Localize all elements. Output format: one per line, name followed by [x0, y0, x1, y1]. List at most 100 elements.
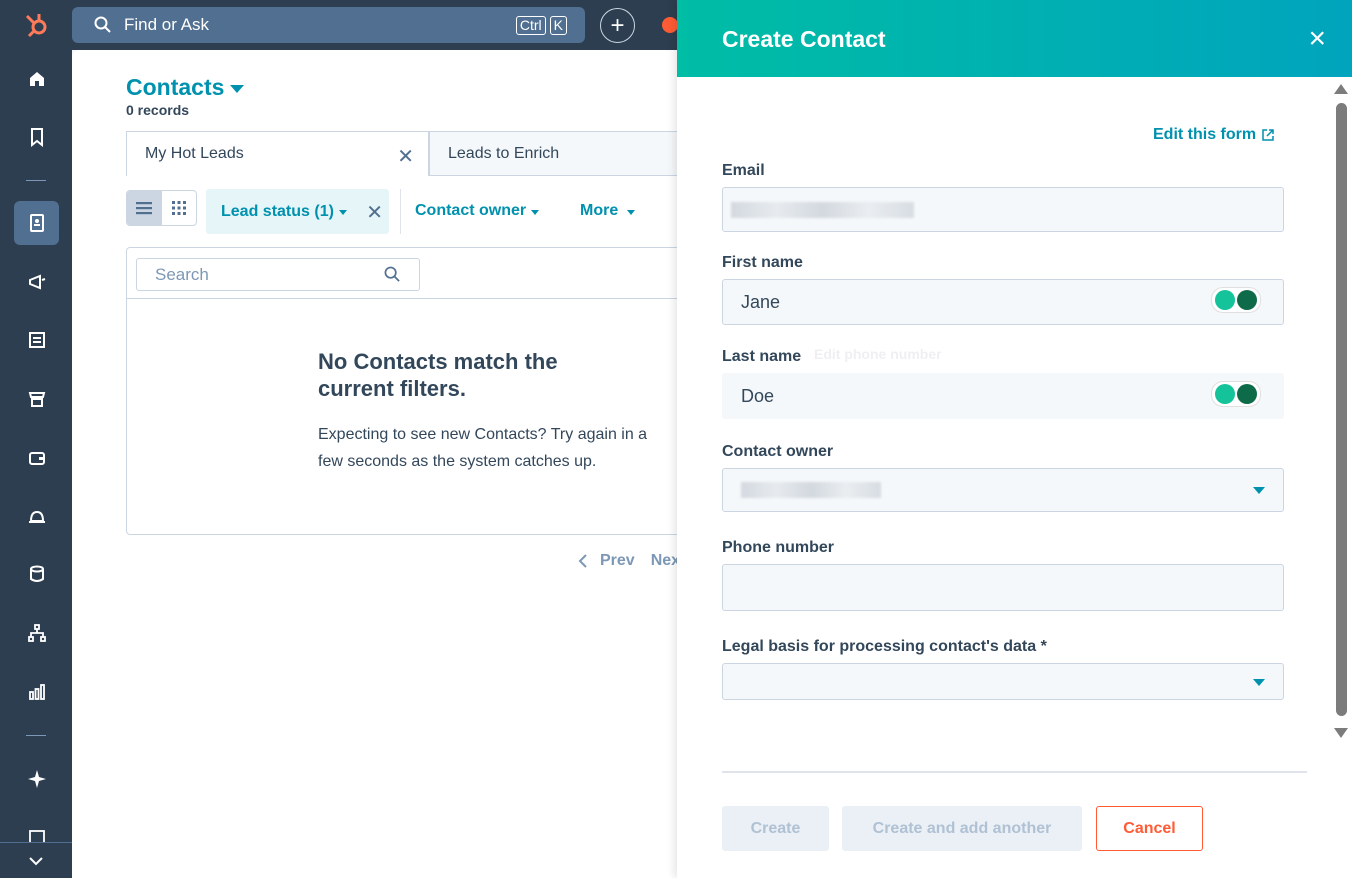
- filter-label: Lead status (1): [221, 202, 334, 220]
- first-name-label: First name: [722, 254, 803, 271]
- contact-owner-filter[interactable]: Contact owner: [415, 202, 540, 220]
- nav-expand-button[interactable]: [0, 842, 72, 878]
- redacted-email: [731, 201, 914, 218]
- list-view-button[interactable]: [127, 191, 162, 225]
- panel-header: Create Contact ×: [677, 0, 1352, 77]
- search-icon: [384, 266, 400, 282]
- legal-basis-select[interactable]: [722, 663, 1284, 700]
- nav-home-icon[interactable]: [14, 57, 59, 101]
- nav-code-icon[interactable]: [14, 822, 59, 842]
- caret-down-icon: [230, 85, 245, 93]
- list-icon: [136, 202, 153, 215]
- nav-bookmark-icon[interactable]: [14, 115, 59, 159]
- page-title: Contacts: [126, 74, 225, 100]
- cancel-button[interactable]: Cancel: [1096, 806, 1203, 851]
- nav-database-icon[interactable]: [14, 552, 59, 596]
- ghost-title: Edit phone number: [814, 346, 942, 362]
- record-count: 0 records: [126, 102, 190, 118]
- footer-divider: [722, 771, 1307, 773]
- create-plus-button[interactable]: +: [600, 8, 635, 43]
- grammarly-icon: [1237, 290, 1257, 310]
- close-icon[interactable]: ×: [1308, 24, 1326, 54]
- remove-filter-icon[interactable]: ✕: [366, 200, 383, 225]
- records-table: Search No Contacts match the current fil…: [126, 247, 696, 535]
- chevron-left-icon: [578, 554, 587, 568]
- caret-down-icon: [1253, 678, 1265, 686]
- contact-owner-select[interactable]: [722, 468, 1284, 512]
- close-tab-icon[interactable]: ✕: [397, 144, 414, 169]
- nav-divider: [26, 180, 46, 181]
- first-name-value: Jane: [741, 291, 781, 312]
- plus-icon: +: [610, 11, 625, 39]
- create-button[interactable]: Create: [722, 806, 829, 851]
- nav-contacts-icon[interactable]: [14, 201, 59, 245]
- hubspot-logo-icon[interactable]: [22, 10, 50, 38]
- last-name-label: Last name: [722, 348, 802, 365]
- next-button[interactable]: Nex: [651, 552, 680, 570]
- grammarly-icon: [1237, 384, 1257, 404]
- nav-ai-sparkle-icon[interactable]: [14, 757, 59, 801]
- email-field[interactable]: [722, 187, 1284, 232]
- phone-field[interactable]: [722, 564, 1284, 611]
- shortcut-ctrl: Ctrl: [515, 15, 546, 35]
- board-view-button[interactable]: [162, 191, 197, 225]
- nav-divider: [26, 735, 46, 736]
- left-navigation: [0, 0, 72, 878]
- caret-down-icon: [627, 209, 636, 215]
- grammarly-bulb-icon: [1215, 290, 1235, 310]
- edit-form-link[interactable]: Edit this form: [1153, 126, 1274, 144]
- pagination: Prev Nex: [578, 552, 680, 570]
- grammarly-widget[interactable]: [1211, 381, 1261, 407]
- caret-down-icon: [531, 209, 540, 215]
- last-name-value: Doe: [741, 385, 775, 406]
- phone-label: Phone number: [722, 539, 835, 556]
- empty-state-title: No Contacts match the current filters.: [318, 349, 558, 401]
- create-contact-panel: Create Contact × Edit this form Edit pho…: [677, 0, 1352, 878]
- filter-label: More: [580, 202, 619, 219]
- grammarly-bulb-icon: [1215, 384, 1235, 404]
- view-toggle: [126, 190, 197, 226]
- nav-content-icon[interactable]: [14, 318, 59, 362]
- contact-owner-label: Contact owner: [722, 443, 834, 460]
- create-and-add-another-button[interactable]: Create and add another: [842, 806, 1082, 851]
- search-icon: [94, 16, 111, 33]
- tab-label: My Hot Leads: [145, 145, 244, 162]
- table-header: Search: [127, 248, 695, 299]
- tab-my-hot-leads[interactable]: My Hot Leads ✕: [126, 131, 429, 176]
- prev-button[interactable]: Prev: [600, 552, 635, 570]
- grid-icon: [171, 201, 186, 215]
- more-filters-button[interactable]: More: [580, 202, 636, 220]
- divider: [400, 189, 401, 234]
- redacted-owner: [741, 482, 881, 498]
- chevron-down-icon: [29, 856, 43, 865]
- table-search-input[interactable]: Search: [136, 258, 420, 291]
- edit-form-label: Edit this form: [1153, 126, 1257, 143]
- nav-reports-icon[interactable]: [14, 670, 59, 714]
- scroll-down-icon[interactable]: [1334, 728, 1348, 738]
- object-selector[interactable]: Contacts: [126, 74, 245, 101]
- caret-down-icon: [338, 210, 347, 215]
- grammarly-widget[interactable]: [1211, 287, 1261, 313]
- email-label: Email: [722, 162, 765, 179]
- caret-down-icon: [1253, 487, 1265, 494]
- tab-label: Leads to Enrich: [448, 144, 560, 162]
- lead-status-filter[interactable]: Lead status (1) ✕: [206, 189, 389, 234]
- search-placeholder: Search: [155, 264, 209, 284]
- global-search-bar[interactable]: Find or Ask Ctrl K: [72, 7, 585, 43]
- external-link-icon: [1262, 129, 1274, 141]
- shortcut-k: K: [549, 15, 567, 35]
- upgrade-icon[interactable]: [662, 17, 678, 33]
- scrollbar-thumb[interactable]: [1336, 103, 1347, 716]
- nav-service-icon[interactable]: [14, 494, 59, 538]
- nav-commerce-icon[interactable]: [14, 377, 59, 421]
- panel-title: Create Contact: [722, 26, 886, 52]
- first-name-field[interactable]: Jane: [722, 279, 1284, 325]
- scroll-up-icon[interactable]: [1334, 84, 1348, 94]
- nav-wallet-icon[interactable]: [14, 436, 59, 480]
- nav-marketing-icon[interactable]: [14, 260, 59, 304]
- filter-label: Contact owner: [415, 202, 527, 219]
- legal-basis-label: Legal basis for processing contact's dat…: [722, 638, 1047, 655]
- last-name-field[interactable]: Doe: [722, 373, 1284, 419]
- nav-workflow-icon[interactable]: [14, 611, 59, 655]
- tab-leads-to-enrich[interactable]: Leads to Enrich: [429, 131, 689, 176]
